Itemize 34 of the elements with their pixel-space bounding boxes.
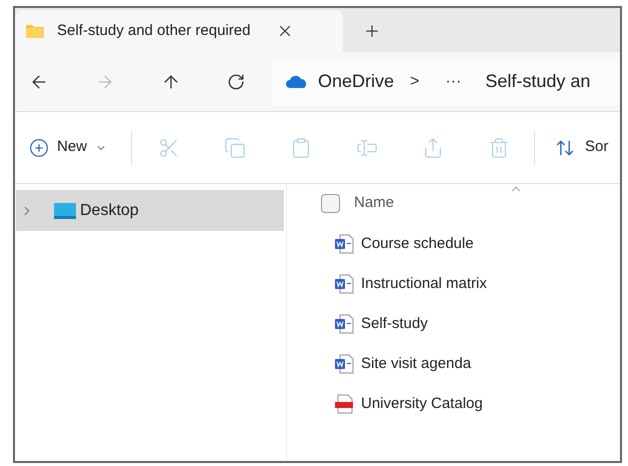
file-name: Course schedule bbox=[361, 234, 474, 254]
document-icon bbox=[334, 234, 354, 254]
breadcrumb-link[interactable]: OneDrive bbox=[318, 68, 394, 95]
refresh-icon[interactable] bbox=[227, 72, 245, 90]
file-row[interactable]: Course schedule bbox=[287, 224, 620, 264]
breadcrumb-link[interactable]: Self-study an bbox=[485, 68, 590, 95]
tab-title: Self-study and other required bbox=[57, 20, 250, 41]
sidebar-item[interactable]: Desktop bbox=[16, 190, 284, 231]
file-row[interactable]: Instructional matrix bbox=[287, 264, 620, 304]
plus-circle-icon bbox=[29, 138, 49, 158]
pdf-icon bbox=[334, 394, 354, 414]
document-icon bbox=[334, 274, 354, 294]
address-bar[interactable]: OneDrive > ··· Self-study an bbox=[271, 58, 620, 106]
sort-icon bbox=[555, 138, 576, 158]
sidebar-label: Desktop bbox=[80, 200, 139, 220]
select-all-checkbox[interactable] bbox=[321, 194, 340, 212]
new-button[interactable]: New bbox=[29, 136, 108, 159]
sort-button[interactable]: Sor bbox=[555, 136, 608, 159]
file-name: Site visit agenda bbox=[361, 354, 472, 374]
file-row[interactable]: Site visit agenda bbox=[287, 344, 620, 384]
folder-icon bbox=[25, 23, 45, 39]
file-name: Instructional matrix bbox=[361, 274, 487, 294]
tab[interactable]: Self-study and other required bbox=[15, 10, 343, 52]
breadcrumb-separator: > bbox=[410, 72, 420, 92]
document-icon bbox=[334, 314, 354, 334]
more-button[interactable]: ··· bbox=[445, 70, 462, 94]
column-header[interactable]: Name bbox=[354, 192, 394, 214]
monitor-icon bbox=[54, 202, 76, 218]
cloud-icon bbox=[285, 74, 309, 88]
file-name: Self-study bbox=[361, 314, 428, 334]
file-row[interactable]: Self-study bbox=[287, 304, 620, 344]
document-icon bbox=[334, 354, 354, 374]
file-name: University Catalog bbox=[361, 394, 483, 414]
file-row[interactable]: University Catalog bbox=[287, 384, 620, 424]
